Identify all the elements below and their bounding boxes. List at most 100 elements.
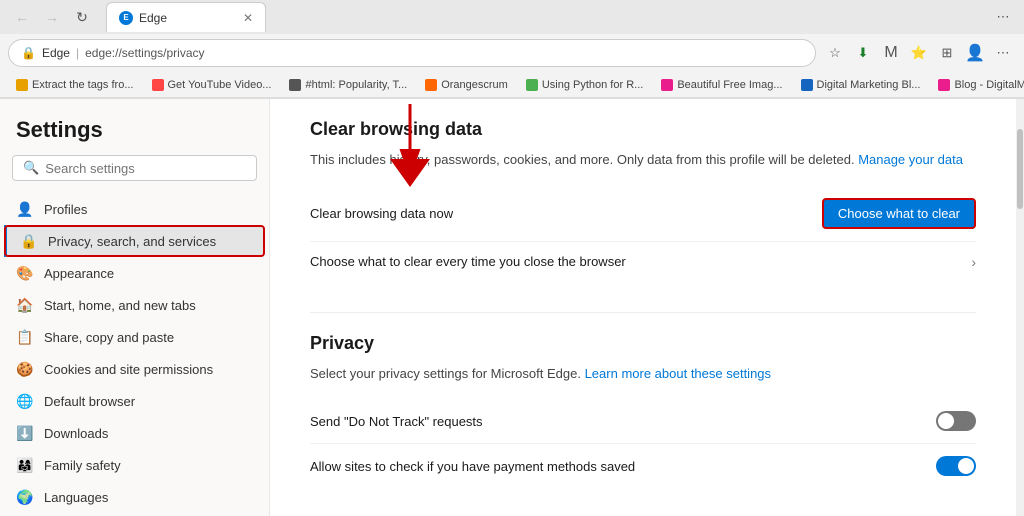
languages-icon: 🌍 <box>16 488 34 506</box>
settings-sidebar: Settings 🔍 👤 Profiles 🔒 Privacy, search,… <box>0 99 270 516</box>
tab-bar: ← → ↻ E Edge ✕ ⋯ <box>0 0 1024 34</box>
url-site-label: Edge <box>42 46 70 60</box>
profiles-icon: 👤 <box>16 200 34 218</box>
favorites-icon[interactable]: ⭐ <box>906 40 932 66</box>
default-browser-icon: 🌐 <box>16 392 34 410</box>
tab-title: Edge <box>139 11 237 25</box>
bookmark-item[interactable]: Using Python for R... <box>518 77 652 93</box>
clear-now-row: Clear browsing data now Choose what to c… <box>310 186 976 242</box>
choose-what-to-clear-button[interactable]: Choose what to clear <box>822 198 976 229</box>
bookmark-item[interactable]: Orangescrum <box>417 77 516 93</box>
start-home-label: Start, home, and new tabs <box>44 298 253 313</box>
url-bar[interactable]: 🔒 Edge | edge://settings/privacy <box>8 39 816 67</box>
default-browser-label: Default browser <box>44 394 253 409</box>
privacy-title: Privacy <box>310 333 976 354</box>
clear-browsing-desc: This includes history, passwords, cookie… <box>310 150 976 170</box>
settings-content: Clear browsing data This includes histor… <box>270 99 1016 516</box>
dnt-toggle[interactable] <box>936 411 976 431</box>
favorites-button[interactable]: ☆ <box>822 40 848 66</box>
bookmark-favicon <box>152 79 164 91</box>
download-indicator[interactable]: ⬇ <box>850 40 876 66</box>
bookmark-item[interactable]: Get YouTube Video... <box>144 77 280 93</box>
cookies-icon: 🍪 <box>16 360 34 378</box>
url-separator: | <box>76 46 79 60</box>
payment-toggle-slider <box>936 456 976 476</box>
profile-button[interactable]: M <box>878 40 904 66</box>
bookmark-label: Blog - DigitalMarke... <box>954 79 1024 91</box>
family-safety-label: Family safety <box>44 458 253 473</box>
payment-toggle[interactable] <box>936 456 976 476</box>
clear-now-label: Clear browsing data now <box>310 206 453 221</box>
sidebar-item-appearance[interactable]: 🎨 Appearance <box>0 257 269 289</box>
bookmark-favicon <box>425 79 437 91</box>
settings-title: Settings <box>0 109 269 155</box>
bookmark-item[interactable]: Digital Marketing Bl... <box>793 77 929 93</box>
learn-more-link[interactable]: Learn more about these settings <box>585 366 771 381</box>
bookmark-item[interactable]: Blog - DigitalMarke... <box>930 77 1024 93</box>
bookmark-label: Orangescrum <box>441 79 508 91</box>
url-address: edge://settings/privacy <box>85 46 204 60</box>
active-tab[interactable]: E Edge ✕ <box>106 2 266 32</box>
user-avatar[interactable]: 👤 <box>962 40 988 66</box>
start-home-icon: 🏠 <box>16 296 34 314</box>
nav-buttons: ← → ↻ <box>8 3 96 31</box>
lock-icon: 🔒 <box>21 46 36 60</box>
close-tab-icon[interactable]: ✕ <box>243 11 253 25</box>
sidebar-item-family-safety[interactable]: 👨‍👩‍👧 Family safety <box>0 449 269 481</box>
payment-label: Allow sites to check if you have payment… <box>310 459 635 474</box>
appearance-label: Appearance <box>44 266 253 281</box>
bookmark-label: Extract the tags fro... <box>32 79 134 91</box>
collections-icon[interactable]: ⊞ <box>934 40 960 66</box>
sidebar-item-profiles[interactable]: 👤 Profiles <box>0 193 269 225</box>
appearance-icon: 🎨 <box>16 264 34 282</box>
settings-menu-button[interactable]: ⋯ <box>990 4 1016 30</box>
forward-button[interactable]: → <box>38 3 66 31</box>
refresh-button[interactable]: ↻ <box>68 3 96 31</box>
payment-row: Allow sites to check if you have payment… <box>310 444 976 488</box>
sidebar-item-cookies[interactable]: 🍪 Cookies and site permissions <box>0 353 269 385</box>
sidebar-item-default-browser[interactable]: 🌐 Default browser <box>0 385 269 417</box>
main-area: Settings 🔍 👤 Profiles 🔒 Privacy, search,… <box>0 99 1024 516</box>
address-bar: 🔒 Edge | edge://settings/privacy ☆ ⬇ M ⭐… <box>0 34 1024 72</box>
more-options-button[interactable]: ⋯ <box>990 40 1016 66</box>
sidebar-active-highlight: 🔒 Privacy, search, and services <box>4 225 265 257</box>
bookmark-item[interactable]: Extract the tags fro... <box>8 77 142 93</box>
clear-btn-wrapper: Choose what to clear <box>822 198 976 229</box>
privacy-icon: 🔒 <box>20 232 38 250</box>
bookmark-label: Beautiful Free Imag... <box>677 79 782 91</box>
dnt-label: Send "Do Not Track" requests <box>310 414 483 429</box>
dnt-toggle-slider <box>936 411 976 431</box>
bookmark-favicon <box>938 79 950 91</box>
bookmark-item[interactable]: Beautiful Free Imag... <box>653 77 790 93</box>
downloads-label: Downloads <box>44 426 253 441</box>
bookmark-label: Digital Marketing Bl... <box>817 79 921 91</box>
privacy-label: Privacy, search, and services <box>48 234 249 249</box>
search-box[interactable]: 🔍 <box>12 155 257 181</box>
clear-on-close-row[interactable]: Choose what to clear every time you clos… <box>310 242 976 282</box>
sidebar-item-privacy[interactable]: 🔒 Privacy, search, and services <box>4 225 265 257</box>
sidebar-item-start-home[interactable]: 🏠 Start, home, and new tabs <box>0 289 269 321</box>
sidebar-item-share-copy[interactable]: 📋 Share, copy and paste <box>0 321 269 353</box>
bookmark-item[interactable]: #html: Popularity, T... <box>281 77 415 93</box>
manage-data-link[interactable]: Manage your data <box>858 152 963 167</box>
back-button[interactable]: ← <box>8 3 36 31</box>
scrollbar-thumb[interactable] <box>1017 129 1023 209</box>
sidebar-item-downloads[interactable]: ⬇️ Downloads <box>0 417 269 449</box>
browser-chrome: ← → ↻ E Edge ✕ ⋯ 🔒 Edge | edge://setting… <box>0 0 1024 99</box>
privacy-section: Privacy Select your privacy settings for… <box>310 333 976 489</box>
cookies-label: Cookies and site permissions <box>44 362 253 377</box>
bookmark-favicon <box>289 79 301 91</box>
search-icon: 🔍 <box>23 160 39 176</box>
sidebar-item-languages[interactable]: 🌍 Languages <box>0 481 269 513</box>
bookmark-favicon <box>16 79 28 91</box>
search-input[interactable] <box>45 161 246 176</box>
languages-label: Languages <box>44 490 253 505</box>
clear-browsing-section: Clear browsing data This includes histor… <box>310 119 976 282</box>
share-copy-icon: 📋 <box>16 328 34 346</box>
chevron-right-icon: › <box>971 254 976 270</box>
downloads-icon: ⬇️ <box>16 424 34 442</box>
scrollbar-track[interactable] <box>1016 99 1024 516</box>
share-copy-label: Share, copy and paste <box>44 330 253 345</box>
family-safety-icon: 👨‍👩‍👧 <box>16 456 34 474</box>
profiles-label: Profiles <box>44 202 253 217</box>
